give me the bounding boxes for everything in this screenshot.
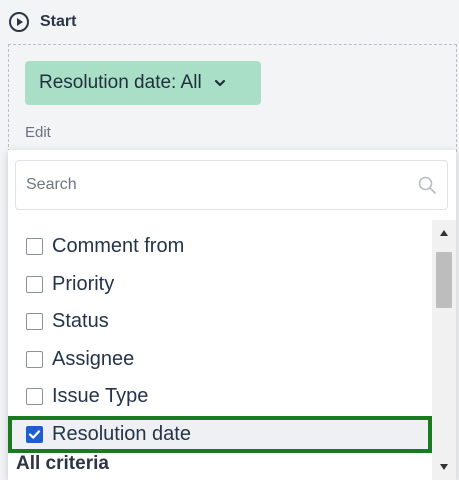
- checkbox[interactable]: [26, 313, 43, 331]
- checkbox[interactable]: [26, 238, 43, 256]
- option-label: Comment from: [52, 235, 185, 258]
- page: Start Resolution date: All Edit Search C…: [0, 0, 459, 480]
- option-label: Resolution date: [52, 422, 191, 445]
- all-criteria-label: All criteria: [16, 453, 109, 474]
- option-resolution-date[interactable]: Resolution date: [8, 415, 432, 453]
- option-issue-type[interactable]: Issue Type: [8, 378, 430, 416]
- chevron-down-icon: [214, 77, 226, 89]
- resolution-date-filter-chip[interactable]: Resolution date: All: [25, 61, 261, 105]
- checkbox[interactable]: [26, 388, 43, 406]
- option-label: Issue Type: [52, 385, 149, 408]
- scroll-down-arrow-icon[interactable]: [432, 456, 456, 478]
- options-list: Comment from Priority Status Assignee Is…: [8, 228, 432, 453]
- option-assignee[interactable]: Assignee: [8, 341, 430, 379]
- start-label: Start: [40, 13, 77, 30]
- search-box: [15, 160, 448, 210]
- option-priority[interactable]: Priority: [8, 266, 430, 304]
- search-input[interactable]: [24, 175, 417, 195]
- play-circle-icon[interactable]: [8, 11, 30, 33]
- filter-zone: Resolution date: All Edit: [8, 44, 457, 152]
- check-icon: [28, 430, 41, 439]
- option-comment-from[interactable]: Comment from: [8, 228, 430, 266]
- option-label: Assignee: [52, 347, 135, 370]
- start-header: Start: [8, 10, 76, 34]
- scroll-up-arrow-icon[interactable]: [432, 222, 456, 244]
- option-status[interactable]: Status: [8, 303, 430, 341]
- checkbox[interactable]: [26, 275, 43, 293]
- option-label: Priority: [52, 272, 115, 295]
- chip-label: Resolution date: All: [39, 72, 202, 93]
- edit-link[interactable]: Edit: [25, 124, 51, 141]
- checkbox[interactable]: [26, 350, 43, 368]
- filter-dropdown: Comment from Priority Status Assignee Is…: [8, 150, 456, 480]
- checkbox-checked[interactable]: [26, 425, 43, 443]
- scrollbar-thumb[interactable]: [436, 252, 452, 308]
- scrollbar[interactable]: [432, 220, 456, 480]
- option-label: Status: [52, 310, 109, 333]
- search-icon[interactable]: [417, 175, 437, 195]
